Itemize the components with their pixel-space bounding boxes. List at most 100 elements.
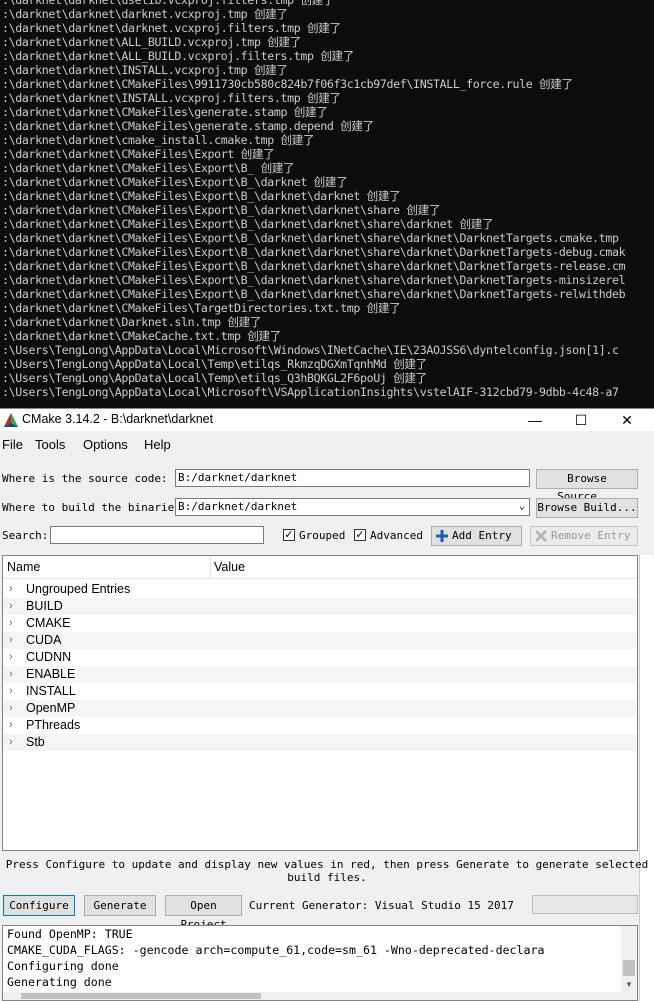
cmake-window: CMake 3.14.2 - B:\darknet\darknet — ☐ ✕ … — [0, 408, 654, 1001]
tree-group-name: OpenMP — [26, 701, 76, 715]
chevron-right-icon[interactable]: › — [9, 615, 13, 632]
tree-group-name: Ungrouped Entries — [26, 582, 131, 596]
console-line: :\darknet\darknet\CMakeFiles\Export\B_\d… — [2, 217, 494, 231]
tree-group-name: Stb — [26, 735, 45, 749]
menu-help[interactable]: Help — [144, 437, 171, 452]
console-line: :\darknet\darknet\CMakeFiles\Export\B_\d… — [2, 273, 626, 287]
close-button[interactable]: ✕ — [604, 409, 650, 431]
console-line: :\darknet\darknet\INSTALL.vcxproj.filter… — [2, 91, 341, 105]
console-line: :\darknet\darknet\darknet.vcxproj.filter… — [2, 21, 341, 35]
console-line: :\darknet\darknet\CMakeFiles\Export\B_\d… — [2, 175, 348, 189]
menu-options[interactable]: Options — [83, 437, 128, 452]
grouped-checkbox[interactable]: ✓ — [283, 529, 295, 541]
tree-group-name: INSTALL — [26, 684, 76, 698]
console-line: :\darknet\darknet\ALL_BUILD.vcxproj.filt… — [2, 49, 354, 63]
console-line: :\darknet\darknet\CMakeFiles\generate.st… — [2, 119, 374, 133]
vertical-scrollbar[interactable]: ▼ — [621, 926, 637, 1000]
tree-header: Name Value — [3, 556, 637, 579]
tree-group-name: PThreads — [26, 718, 81, 732]
menu-file[interactable]: File — [2, 437, 23, 452]
tree-group-row[interactable]: › CMAKE — [3, 615, 637, 632]
tree-group-row[interactable]: › PThreads — [3, 717, 637, 734]
add-entry-label: Add Entry — [452, 529, 512, 542]
chevron-right-icon[interactable]: › — [9, 598, 13, 615]
menu-tools[interactable]: Tools — [35, 437, 65, 452]
minimize-button[interactable]: — — [512, 409, 558, 431]
tree-group-name: CMAKE — [26, 616, 71, 630]
source-input[interactable]: B:/darknet/darknet — [175, 469, 530, 487]
column-value-header[interactable]: Value — [214, 560, 245, 574]
tree-group-name: CUDNN — [26, 650, 72, 664]
build-combobox[interactable]: B:/darknet/darknet ⌄ — [175, 498, 530, 516]
console-line: :\darknet\darknet\CMakeFiles\Export\B_\d… — [2, 287, 626, 301]
console-line: :\darknet\darknet\uselib.vcxproj.filters… — [2, 0, 335, 7]
console-line: :\Users\TengLong\AppData\Local\Temp\etil… — [2, 357, 427, 371]
open-project-button[interactable]: Open Project — [165, 895, 242, 931]
tree-group-row[interactable]: › Ungrouped Entries — [3, 581, 637, 598]
remove-entry-label: Remove Entry — [551, 529, 631, 542]
tree-group-row[interactable]: › INSTALL — [3, 683, 637, 700]
hint-text: Press Configure to update and display ne… — [5, 858, 649, 884]
browse-build-button[interactable]: Browse Build... — [536, 498, 638, 518]
search-input[interactable] — [50, 526, 264, 544]
console-line: :\Users\TengLong\AppData\Local\Microsoft… — [2, 343, 619, 357]
chevron-down-icon[interactable]: ⌄ — [519, 499, 525, 515]
console-line: :\darknet\darknet\ALL_BUILD.vcxproj.tmp … — [2, 35, 301, 49]
chevron-right-icon[interactable]: › — [9, 717, 13, 734]
window-edge-strip — [639, 555, 654, 1001]
console-line: :\darknet\darknet\CMakeFiles\9911730cb58… — [2, 77, 573, 91]
scroll-down-icon[interactable]: ▼ — [625, 980, 633, 989]
tree-group-name: CUDA — [26, 633, 62, 647]
chevron-right-icon[interactable]: › — [9, 734, 13, 751]
output-line: Configuring done — [7, 959, 119, 973]
console-window: :\darknet\darknet\uselib.vcxproj.filters… — [0, 0, 654, 408]
maximize-button[interactable]: ☐ — [558, 409, 604, 431]
output-line: Generating done — [7, 975, 112, 989]
chevron-right-icon[interactable]: › — [9, 649, 13, 666]
title-bar: CMake 3.14.2 - B:\darknet\darknet — ☐ ✕ — [0, 409, 654, 431]
console-line: :\darknet\darknet\CMakeFiles\Export\B_\d… — [2, 231, 619, 245]
advanced-checkbox[interactable]: ✓ — [354, 529, 366, 541]
tree-group-row[interactable]: › CUDNN — [3, 649, 637, 666]
generate-button[interactable]: Generate — [84, 895, 156, 916]
output-line: Found OpenMP: TRUE — [7, 927, 133, 941]
add-icon — [436, 530, 448, 542]
search-label: Search: — [2, 529, 49, 542]
cache-tree[interactable]: Name Value › Ungrouped Entries › BUILD › CMAK… — [2, 555, 638, 851]
column-name-header[interactable]: Name — [7, 560, 40, 574]
chevron-right-icon[interactable]: › — [9, 683, 13, 700]
source-label: Where is the source code: — [2, 472, 168, 485]
chevron-right-icon[interactable]: › — [9, 581, 13, 598]
output-log[interactable]: Found OpenMP: TRUE CMAKE_CUDA_FLAGS: -gen… — [2, 925, 638, 1001]
build-value: B:/darknet/darknet — [178, 500, 298, 513]
console-line: :\darknet\darknet\CMakeFiles\generate.st… — [2, 105, 328, 119]
chevron-right-icon[interactable]: › — [9, 666, 13, 683]
console-line: :\darknet\darknet\Darknet.sln.tmp 创建了 — [2, 315, 262, 329]
tree-group-row[interactable]: › ENABLE — [3, 666, 637, 683]
console-line: :\darknet\darknet\CMakeCache.txt.tmp 创建了 — [2, 329, 282, 343]
grouped-label: Grouped — [299, 529, 346, 542]
cmake-logo-icon — [4, 413, 18, 427]
tree-group-row[interactable]: › BUILD — [3, 598, 637, 615]
advanced-label: Advanced — [370, 529, 423, 542]
tree-group-row[interactable]: › Stb — [3, 734, 637, 751]
chevron-right-icon[interactable]: › — [9, 700, 13, 717]
configure-button[interactable]: Configure — [3, 895, 75, 916]
console-line: :\Users\TengLong\AppData\Local\Microsoft… — [2, 385, 619, 399]
remove-entry-button[interactable]: Remove Entry — [530, 526, 638, 546]
tree-group-row[interactable]: › OpenMP — [3, 700, 637, 717]
console-line: :\darknet\darknet\CMakeFiles\Export\B_ 创… — [2, 161, 295, 175]
console-line: :\darknet\darknet\cmake_install.cmake.tm… — [2, 133, 315, 147]
add-entry-button[interactable]: Add Entry — [431, 526, 522, 546]
console-line: :\darknet\darknet\CMakeFiles\Export\B_\d… — [2, 203, 441, 217]
window-title: CMake 3.14.2 - B:\darknet\darknet — [22, 412, 214, 426]
tree-group-name: BUILD — [26, 599, 63, 613]
build-label: Where to build the binaries: — [2, 501, 188, 514]
console-line: :\Users\TengLong\AppData\Local\Temp\etil… — [2, 371, 427, 385]
horizontal-scrollbar[interactable] — [3, 992, 623, 1000]
vertical-scroll-thumb[interactable] — [623, 960, 635, 976]
chevron-right-icon[interactable]: › — [9, 632, 13, 649]
browse-source-button[interactable]: Browse Source... — [536, 469, 638, 503]
tree-group-row[interactable]: › CUDA — [3, 632, 637, 649]
horizontal-scroll-thumb[interactable] — [21, 993, 261, 999]
